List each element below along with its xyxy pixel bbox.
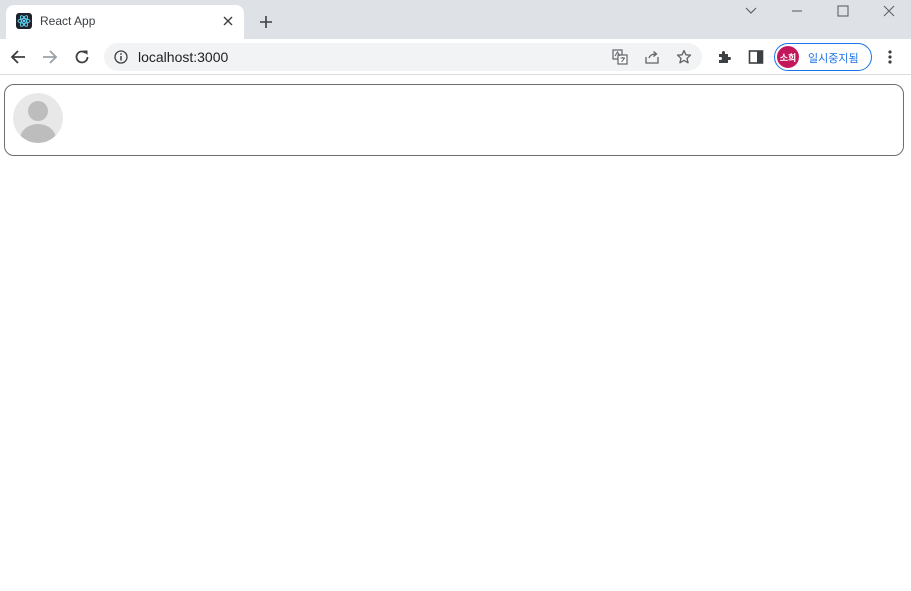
tab-search-icon[interactable]	[740, 1, 762, 21]
new-tab-icon[interactable]	[254, 10, 278, 34]
back-arrow-icon[interactable]	[6, 45, 30, 69]
reload-icon[interactable]	[70, 45, 94, 69]
side-panel-icon[interactable]	[744, 45, 768, 69]
maximize-icon[interactable]	[832, 1, 854, 21]
url-input[interactable]	[138, 48, 598, 66]
browser-tab[interactable]: React App	[6, 5, 244, 39]
address-bar[interactable]	[104, 43, 702, 71]
react-logo-icon	[16, 13, 32, 29]
browser-toolbar: 소희 일시중지됨	[0, 39, 911, 75]
translate-icon[interactable]	[610, 47, 630, 67]
browser-titlebar: React App	[0, 0, 911, 39]
site-info-icon[interactable]	[113, 49, 129, 65]
forward-arrow-icon[interactable]	[38, 45, 62, 69]
bookmark-star-icon[interactable]	[674, 47, 694, 67]
minimize-icon[interactable]	[786, 1, 808, 21]
close-window-icon[interactable]	[878, 1, 900, 21]
tab-title: React App	[40, 14, 96, 28]
extensions-puzzle-icon[interactable]	[712, 45, 736, 69]
user-card	[4, 84, 904, 156]
more-options-icon[interactable]	[878, 45, 902, 69]
close-tab-icon[interactable]	[220, 13, 236, 29]
profile-avatar: 소희	[777, 46, 799, 68]
share-icon[interactable]	[642, 47, 662, 67]
page-content	[0, 76, 911, 591]
default-user-avatar-icon	[13, 93, 63, 143]
profile-status-label: 일시중지됨	[808, 53, 859, 65]
profile-button[interactable]: 소희 일시중지됨	[774, 43, 872, 71]
